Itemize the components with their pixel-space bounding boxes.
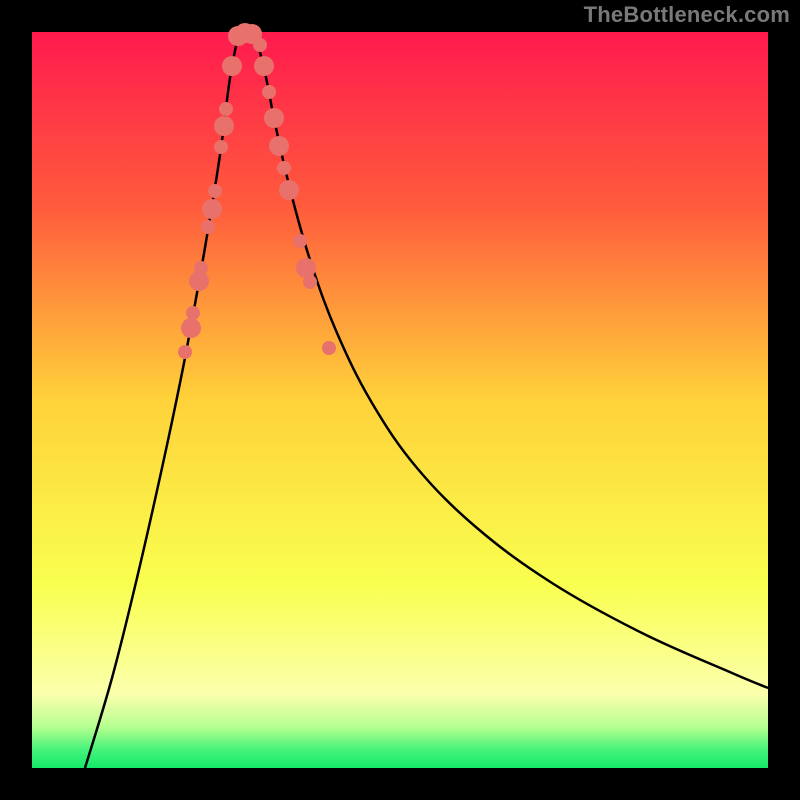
- bead: [262, 85, 276, 99]
- bead: [253, 38, 267, 52]
- bead: [254, 56, 274, 76]
- bead: [277, 161, 291, 175]
- bead: [303, 275, 317, 289]
- bead: [322, 341, 336, 355]
- chart-stage: TheBottleneck.com: [0, 0, 800, 800]
- bead: [264, 108, 284, 128]
- bead: [214, 140, 228, 154]
- bead: [269, 136, 289, 156]
- bead: [214, 116, 234, 136]
- bead: [293, 234, 307, 248]
- plot-svg: [0, 0, 800, 800]
- bead: [222, 56, 242, 76]
- bead: [186, 306, 200, 320]
- attribution-label: TheBottleneck.com: [584, 4, 790, 26]
- bead: [201, 220, 215, 234]
- bead: [219, 102, 233, 116]
- bead: [194, 261, 208, 275]
- bead: [279, 180, 299, 200]
- bead: [181, 318, 201, 338]
- plot-background: [32, 32, 768, 768]
- bead: [178, 345, 192, 359]
- bead: [296, 258, 316, 278]
- bead: [202, 199, 222, 219]
- bead: [208, 184, 222, 198]
